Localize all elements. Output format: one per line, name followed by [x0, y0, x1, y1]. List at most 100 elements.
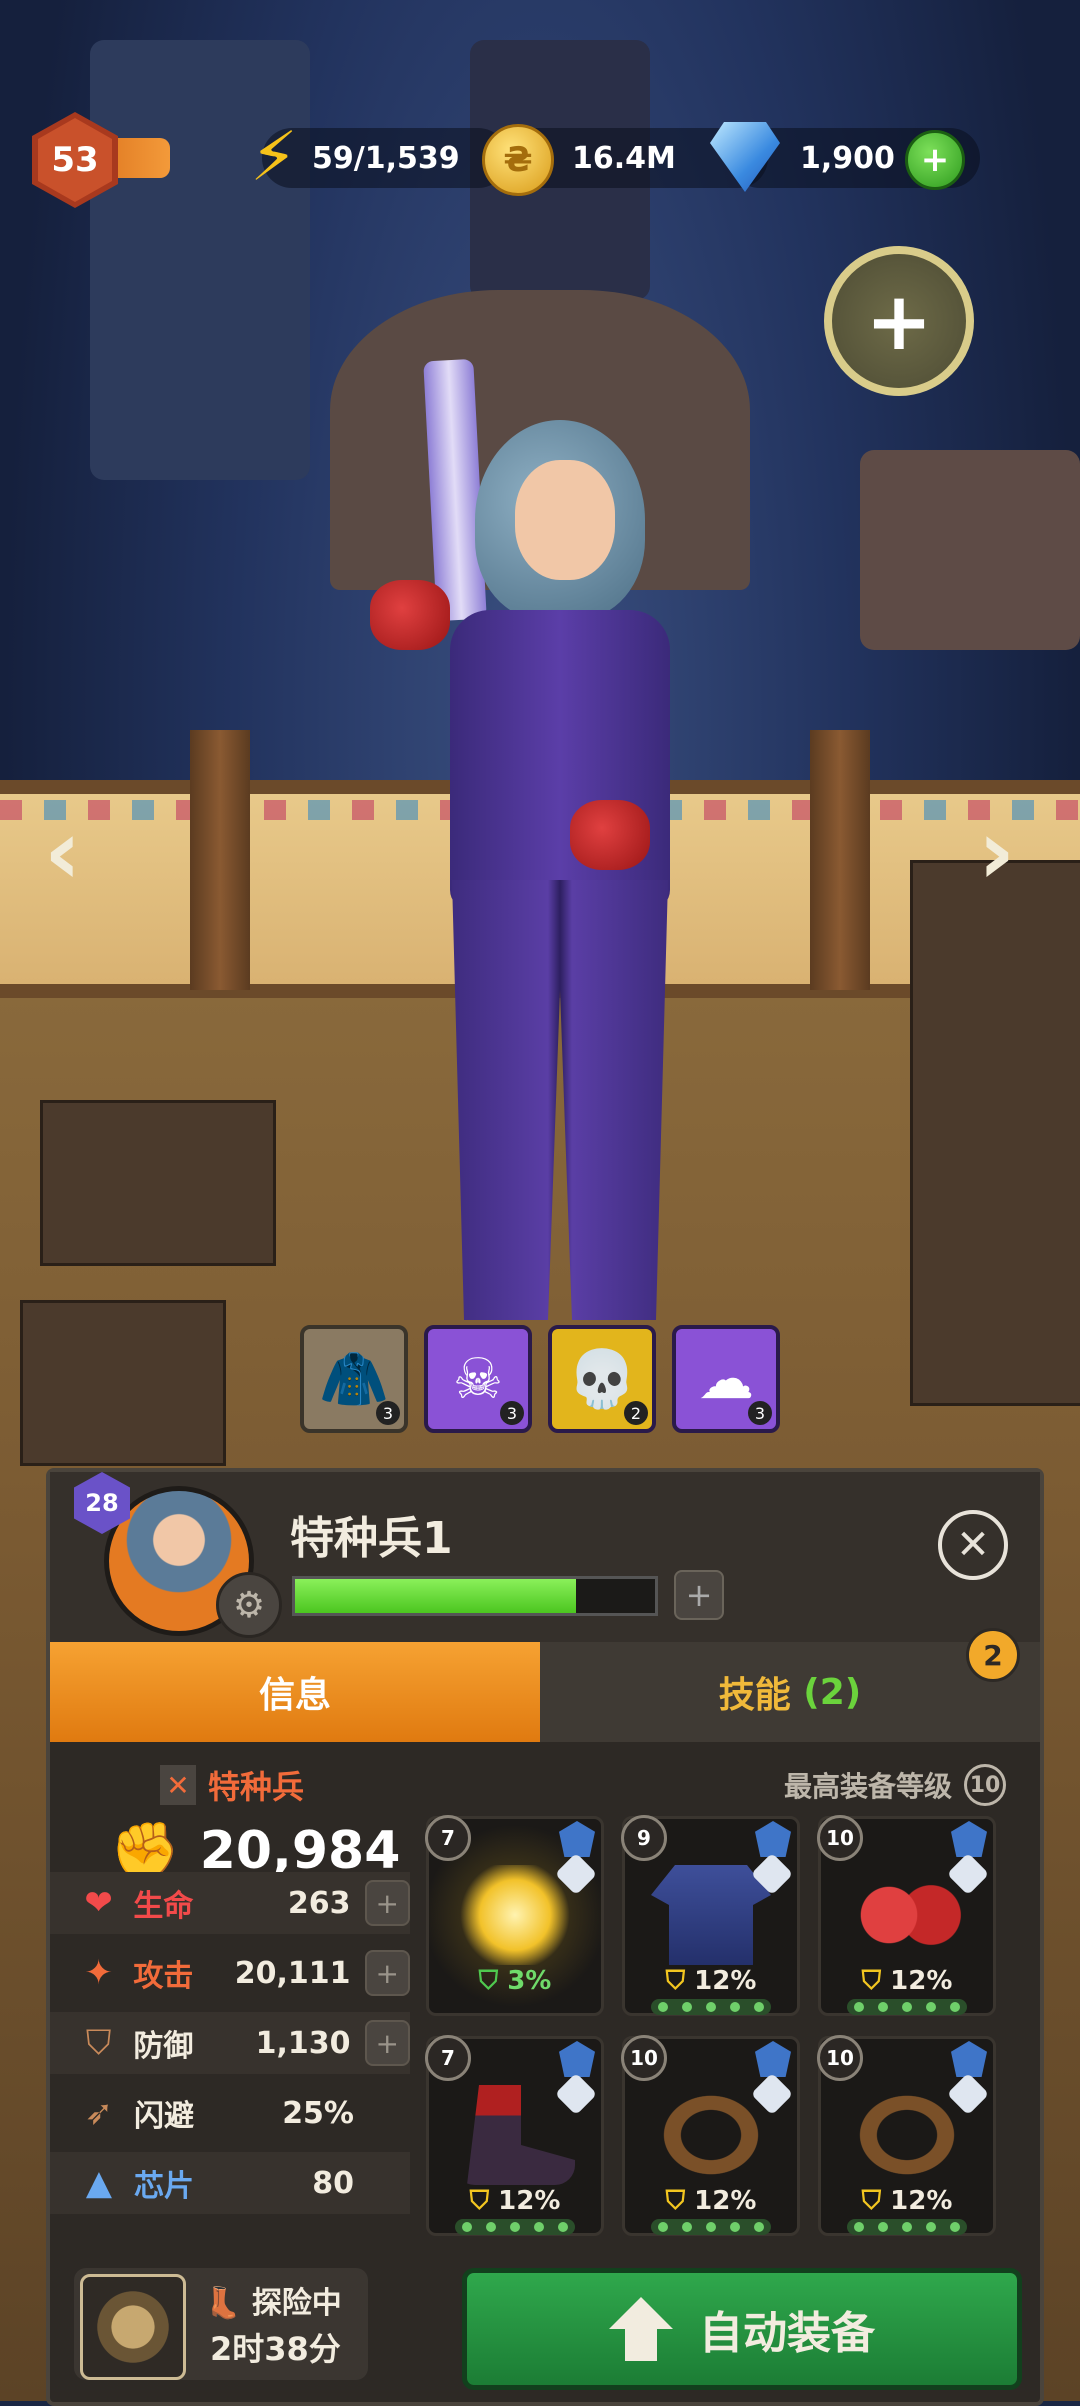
buy-gems-button[interactable]: +: [905, 130, 965, 190]
auto-equip-label: 自动装备: [699, 2308, 875, 2359]
add-button[interactable]: +: [824, 246, 974, 396]
hero-progress-bar: [292, 1576, 658, 1616]
equip-level: 10: [817, 2035, 863, 2081]
nuke-cloud-icon: ☁: [698, 1346, 754, 1412]
skill-bar: 🧥 3 ☠ 3 💀 2 ☁ 3: [300, 1325, 780, 1433]
stat-row: ▲ 芯片 80: [50, 2152, 410, 2214]
stat-label: 芯片: [134, 2169, 194, 2204]
rank-icon: [755, 1821, 791, 1857]
star-dot: [854, 2222, 864, 2232]
hero-character[interactable]: [370, 358, 740, 1360]
stat-plus-button[interactable]: +: [364, 1950, 411, 1996]
coin-icon: ₴: [482, 124, 554, 196]
star-dot: [462, 2222, 472, 2232]
shield-icon: ⛉: [861, 2186, 891, 2216]
panel-header: 28 ⚙ 特种兵1 + ✕: [50, 1472, 1040, 1642]
shield-icon: ⛉: [85, 2023, 112, 2063]
skull-target-icon: ☠: [452, 1346, 504, 1412]
star-dot: [950, 2002, 960, 2012]
star-dots: [651, 2219, 771, 2235]
star-dots: [455, 2219, 575, 2235]
star-dot: [926, 2002, 936, 2012]
stat-plus-button[interactable]: +: [364, 2020, 411, 2066]
equipment-slot[interactable]: 10 ⛉ 12%: [621, 2035, 800, 2236]
energy-value: 59/1,539: [312, 140, 460, 176]
star-dot: [926, 2222, 936, 2232]
heart-icon: ❤: [84, 1883, 113, 1923]
rank-icon: [559, 2041, 595, 2077]
lightning-icon: ⚡: [250, 118, 298, 197]
star-dot: [658, 2002, 668, 2012]
star-dot: [706, 2222, 716, 2232]
energy-display[interactable]: 59/1,539: [262, 128, 508, 188]
equip-bonus-value: 12%: [498, 2186, 561, 2216]
rank-icon: [951, 1821, 987, 1857]
max-equip-label: 最高装备等级: [784, 1770, 953, 1803]
hero-info-panel: 28 ⚙ 特种兵1 + ✕ 信息 技能 (2) 2 ✕ 特种兵 ✊ 20,984…: [46, 1468, 1044, 2406]
adventure-state: 👢 探险中: [204, 2278, 342, 2322]
equipment-slot[interactable]: 7 ⛉ 3%: [425, 1815, 604, 2016]
equipment-slot[interactable]: 9 ⛉ 12%: [621, 1815, 800, 2016]
star-dot: [730, 2002, 740, 2012]
shield-icon: ⛉: [861, 1966, 891, 1996]
equipment-slot[interactable]: 10 ⛉ 12%: [817, 2035, 996, 2236]
pillar-right: [810, 730, 870, 990]
gear-icon[interactable]: ⚙: [216, 1572, 282, 1638]
star-dot: [682, 2002, 692, 2012]
equip-bonus-value: 12%: [694, 1966, 757, 1996]
stat-label: 防御: [133, 2029, 194, 2064]
tab-info-label: 信息: [258, 1675, 331, 1716]
adventure-map-icon: [80, 2274, 186, 2380]
equip-bonus-value: 12%: [890, 2186, 953, 2216]
skill-slot[interactable]: ☠ 3: [424, 1325, 532, 1433]
star-dot: [510, 2222, 520, 2232]
adventure-status[interactable]: 👢 探险中 2时38分: [74, 2268, 368, 2380]
star-dot: [682, 2222, 692, 2232]
star-dots: [847, 1999, 967, 2015]
star-dots: [847, 2219, 967, 2235]
hero-pajama-top: [450, 610, 670, 910]
equip-bonus: ⛉ 12%: [625, 2186, 797, 2217]
stat-value: 263: [287, 1885, 351, 1921]
star-dot: [754, 2222, 764, 2232]
max-equip-value: 10: [964, 1764, 1007, 1806]
auto-equip-button[interactable]: 自动装备: [462, 2268, 1022, 2390]
equip-bonus: ⛉ 12%: [625, 1966, 797, 1997]
equip-bonus: ⛉ 3%: [429, 1966, 601, 1997]
stat-row: ⛉ 防御 1,130 +: [50, 2012, 411, 2074]
glove-right: [570, 800, 650, 870]
coins-value: 16.4M: [572, 140, 676, 176]
adventure-time: 2时38分: [210, 2330, 341, 2368]
close-button[interactable]: ✕: [938, 1510, 1008, 1580]
skill-slot[interactable]: 🧥 3: [300, 1325, 408, 1433]
tab-skills[interactable]: 技能 (2): [540, 1642, 1040, 1742]
stat-value: 80: [312, 2165, 354, 2201]
equip-bonus-value: 12%: [890, 1966, 953, 1996]
attack-icon: ✦: [84, 1953, 113, 1993]
adventure-state-label: 探险中: [251, 2286, 342, 2321]
star-dot: [902, 2222, 912, 2232]
equipment-slot[interactable]: 10 ⛉ 12%: [817, 1815, 996, 2016]
equipment-slot[interactable]: 7 ⛉ 12%: [425, 2035, 604, 2236]
prev-hero-arrow[interactable]: ‹: [44, 800, 81, 905]
skill-badge-count: 2: [983, 1638, 1003, 1672]
tab-info[interactable]: 信息: [50, 1642, 540, 1742]
skill-slot[interactable]: 💀 2: [548, 1325, 656, 1433]
stat-label: 攻击: [133, 1959, 194, 1994]
belt-icon: [651, 2085, 771, 2185]
equip-level: 10: [621, 2035, 667, 2081]
skill-count: 2: [624, 1401, 648, 1425]
hero-progress-fill: [295, 1579, 576, 1613]
pillar-left: [190, 730, 250, 990]
stat-plus-button[interactable]: +: [364, 1880, 411, 1926]
stat-value: 25%: [282, 2095, 354, 2131]
progress-plus-button[interactable]: +: [674, 1570, 724, 1620]
star-dot: [730, 2222, 740, 2232]
belt-icon: [847, 2085, 967, 2185]
star-dot: [754, 2002, 764, 2012]
scaffold-tower: [90, 40, 310, 480]
skill-notification-badge: 2: [966, 1628, 1020, 1682]
next-hero-arrow[interactable]: ›: [978, 800, 1015, 905]
rank-icon: [951, 2041, 987, 2077]
skill-slot[interactable]: ☁ 3: [672, 1325, 780, 1433]
